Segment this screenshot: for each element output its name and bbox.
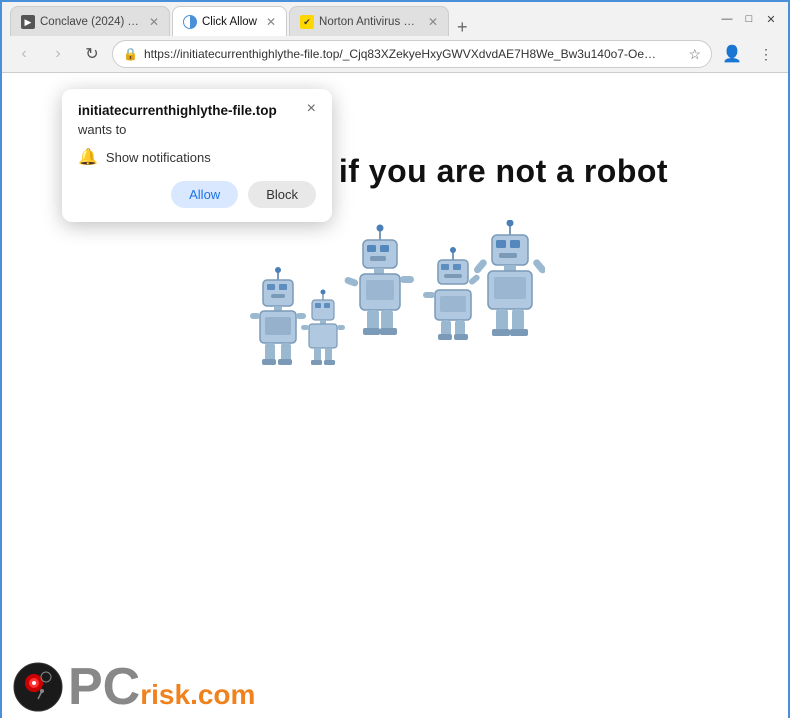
tab-yify[interactable]: ▶ Conclave (2024) YIFY - D… ✕ [10,6,170,36]
tab-click-allow[interactable]: Click Allow ✕ [172,6,287,36]
new-tab-button[interactable]: + [451,18,474,36]
page-content: initiatecurrenthighlythe-file.top × want… [2,73,788,721]
minimize-button[interactable]: — [718,10,736,28]
block-button[interactable]: Block [248,181,316,208]
browser-chrome: ▶ Conclave (2024) YIFY - D… ✕ Click Allo… [2,2,788,73]
notification-wants-label: wants to [78,122,316,137]
pcrisk-text: PC risk.com [68,661,255,713]
tabs-area: ▶ Conclave (2024) YIFY - D… ✕ Click Allo… [10,2,718,36]
bookmark-star-icon[interactable]: ☆ [688,46,701,63]
tab-yify-label: Conclave (2024) YIFY - D… [40,16,140,28]
tab-norton-favicon: ✔ [300,15,314,29]
profile-button[interactable]: 👤 [718,40,746,68]
url-bar[interactable]: 🔒 https://initiatecurrenthighlythe-file.… [112,40,712,68]
show-notifications-label: Show notifications [106,150,211,165]
address-bar: ‹ › ↻ 🔒 https://initiatecurrenthighlythe… [2,36,788,72]
robots-illustration [245,220,545,380]
bell-icon: 🔔 [78,147,98,167]
reload-button[interactable]: ↻ [78,40,106,68]
title-bar: ▶ Conclave (2024) YIFY - D… ✕ Click Allo… [2,2,788,36]
back-button[interactable]: ‹ [10,40,38,68]
notification-popup: initiatecurrenthighlythe-file.top × want… [62,89,332,222]
close-button[interactable]: ✕ [762,10,780,28]
notification-site: initiatecurrenthighlythe-file.top [78,103,277,118]
notification-buttons: Allow Block [78,181,316,208]
notification-row: 🔔 Show notifications [78,147,316,167]
forward-button[interactable]: › [44,40,72,68]
tab-norton-label: Norton Antivirus Plus [319,16,419,28]
robots-svg [245,220,545,380]
lock-icon: 🔒 [123,47,138,61]
notification-close-button[interactable]: × [307,101,316,117]
url-text: https://initiatecurrenthighlythe-file.to… [144,47,682,61]
tab-norton-close[interactable]: ✕ [428,15,438,29]
risk-com-text: risk.com [140,681,255,709]
allow-button[interactable]: Allow [171,181,238,208]
maximize-button[interactable]: □ [740,10,758,28]
browser-menu-button[interactable]: ⋮ [752,40,780,68]
notification-header: initiatecurrenthighlythe-file.top × [78,103,316,118]
tab-click-close[interactable]: ✕ [266,15,276,29]
tab-click-favicon [183,15,197,29]
tab-click-label: Click Allow [202,16,257,28]
tab-yify-favicon: ▶ [21,15,35,29]
tab-norton[interactable]: ✔ Norton Antivirus Plus ✕ [289,6,449,36]
tab-yify-close[interactable]: ✕ [149,15,159,29]
pcrisk-footer: PC risk.com [12,661,255,713]
window-controls: — □ ✕ [718,10,780,28]
pc-letters: PC [68,661,140,713]
pcrisk-logo-icon [12,661,64,713]
